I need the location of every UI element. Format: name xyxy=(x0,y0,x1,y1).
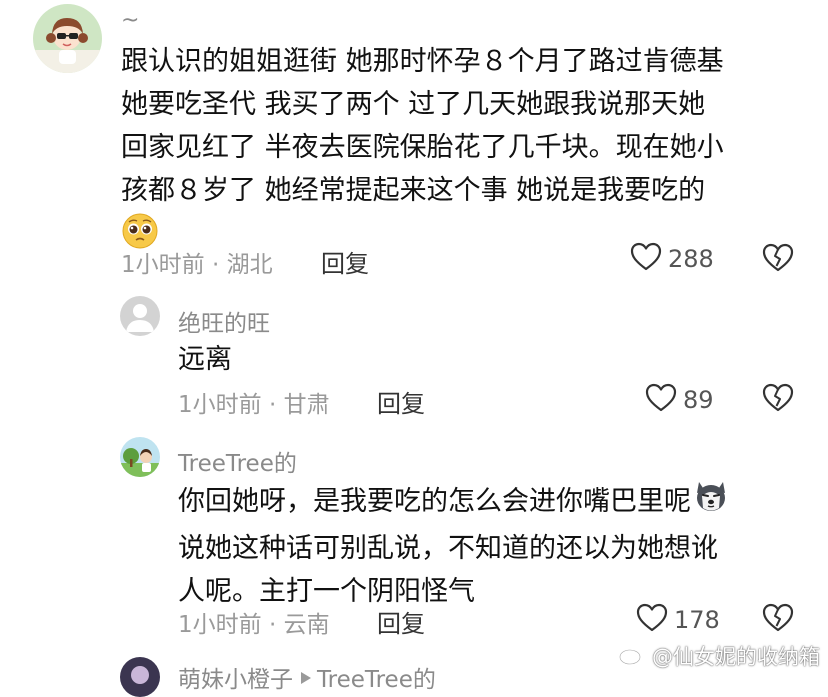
comment-line: 说她这种话可别乱说，不知道的还以为她想讹 xyxy=(178,533,718,564)
cartoon-landscape-avatar-image xyxy=(120,437,160,477)
comment-line: 跟认识的姐姐逛街 她那时怀孕８个月了路过肯德基 xyxy=(121,46,724,77)
reply-to-username[interactable]: TreeTree的 xyxy=(317,660,436,694)
username-comment-3[interactable]: TreeTree的 xyxy=(178,444,297,478)
broken-heart-icon xyxy=(762,243,794,277)
watermark: @仙女妮的收纳箱 xyxy=(618,641,820,671)
comment-text-1: 跟认识的姐姐逛街 她那时怀孕８个月了路过肯德基 她要吃圣代 我买了两个 过了几天… xyxy=(121,40,724,255)
username-comment-4[interactable]: 萌妹小橙子 TreeTree的 xyxy=(178,660,436,694)
reply-button-2[interactable]: 回复 xyxy=(377,384,425,419)
comment-line: 她要吃圣代 我买了两个 过了几天她跟我说那天她 xyxy=(121,89,706,120)
watermark-text: @仙女妮的收纳箱 xyxy=(652,645,820,669)
like-count-2: 89 xyxy=(683,386,714,414)
comment-text-2: 远离 xyxy=(178,338,232,381)
reply-button-3[interactable]: 回复 xyxy=(377,604,425,639)
comment-line: 孩都８岁了 她经常提起来这个事 她说是我要吃的 xyxy=(121,175,706,206)
like-count-3: 178 xyxy=(674,606,720,634)
timestamp-location-1: 1小时前 · 湖北 xyxy=(121,252,273,278)
timestamp-location-2: 1小时前 · 甘肃 xyxy=(178,392,330,418)
username-comment-2[interactable]: 绝旺的旺 xyxy=(178,304,270,338)
reply-button-1[interactable]: 回复 xyxy=(321,244,369,279)
heart-outline-icon xyxy=(636,603,668,637)
like-count-1: 288 xyxy=(668,245,714,273)
avatar-comment-2[interactable] xyxy=(120,296,160,336)
default-user-avatar-image xyxy=(120,296,160,336)
username-comment-1[interactable]: ~ xyxy=(121,8,139,33)
like-button-3[interactable]: 178 xyxy=(636,603,720,637)
user-avatar-image xyxy=(120,657,160,697)
dislike-button-1[interactable] xyxy=(762,243,794,277)
dislike-button-2[interactable] xyxy=(762,383,794,417)
heart-outline-icon xyxy=(630,242,662,276)
broken-heart-icon xyxy=(762,603,794,637)
avatar-comment-3[interactable] xyxy=(120,437,160,477)
cartoon-girl-avatar-image xyxy=(33,4,102,73)
weibo-logo-icon xyxy=(618,642,648,671)
dislike-button-3[interactable] xyxy=(762,603,794,637)
comment-text-3: 你回她呀，是我要吃的怎么会进你嘴巴里呢 说她这种话可别乱说，不知道的还以为她想讹… xyxy=(178,478,729,613)
husky-face-emoji xyxy=(693,478,729,527)
comment-line: 回家见红了 半夜去医院保胎花了几千块。现在她小 xyxy=(121,132,724,163)
timestamp-location-3: 1小时前 · 云南 xyxy=(178,612,330,638)
comment-line-text: 你回她呀，是我要吃的怎么会进你嘴巴里呢 xyxy=(178,486,691,517)
username-text: 萌妹小橙子 xyxy=(178,667,293,693)
broken-heart-icon xyxy=(762,383,794,417)
like-button-1[interactable]: 288 xyxy=(630,242,714,276)
comment-line: 你回她呀，是我要吃的怎么会进你嘴巴里呢 xyxy=(178,478,729,527)
comment-line: 远离 xyxy=(178,344,232,375)
triangle-right-icon xyxy=(301,664,311,690)
like-button-2[interactable]: 89 xyxy=(645,383,714,417)
avatar-comment-1[interactable] xyxy=(33,4,102,73)
heart-outline-icon xyxy=(645,383,677,417)
avatar-comment-4[interactable] xyxy=(120,657,160,697)
